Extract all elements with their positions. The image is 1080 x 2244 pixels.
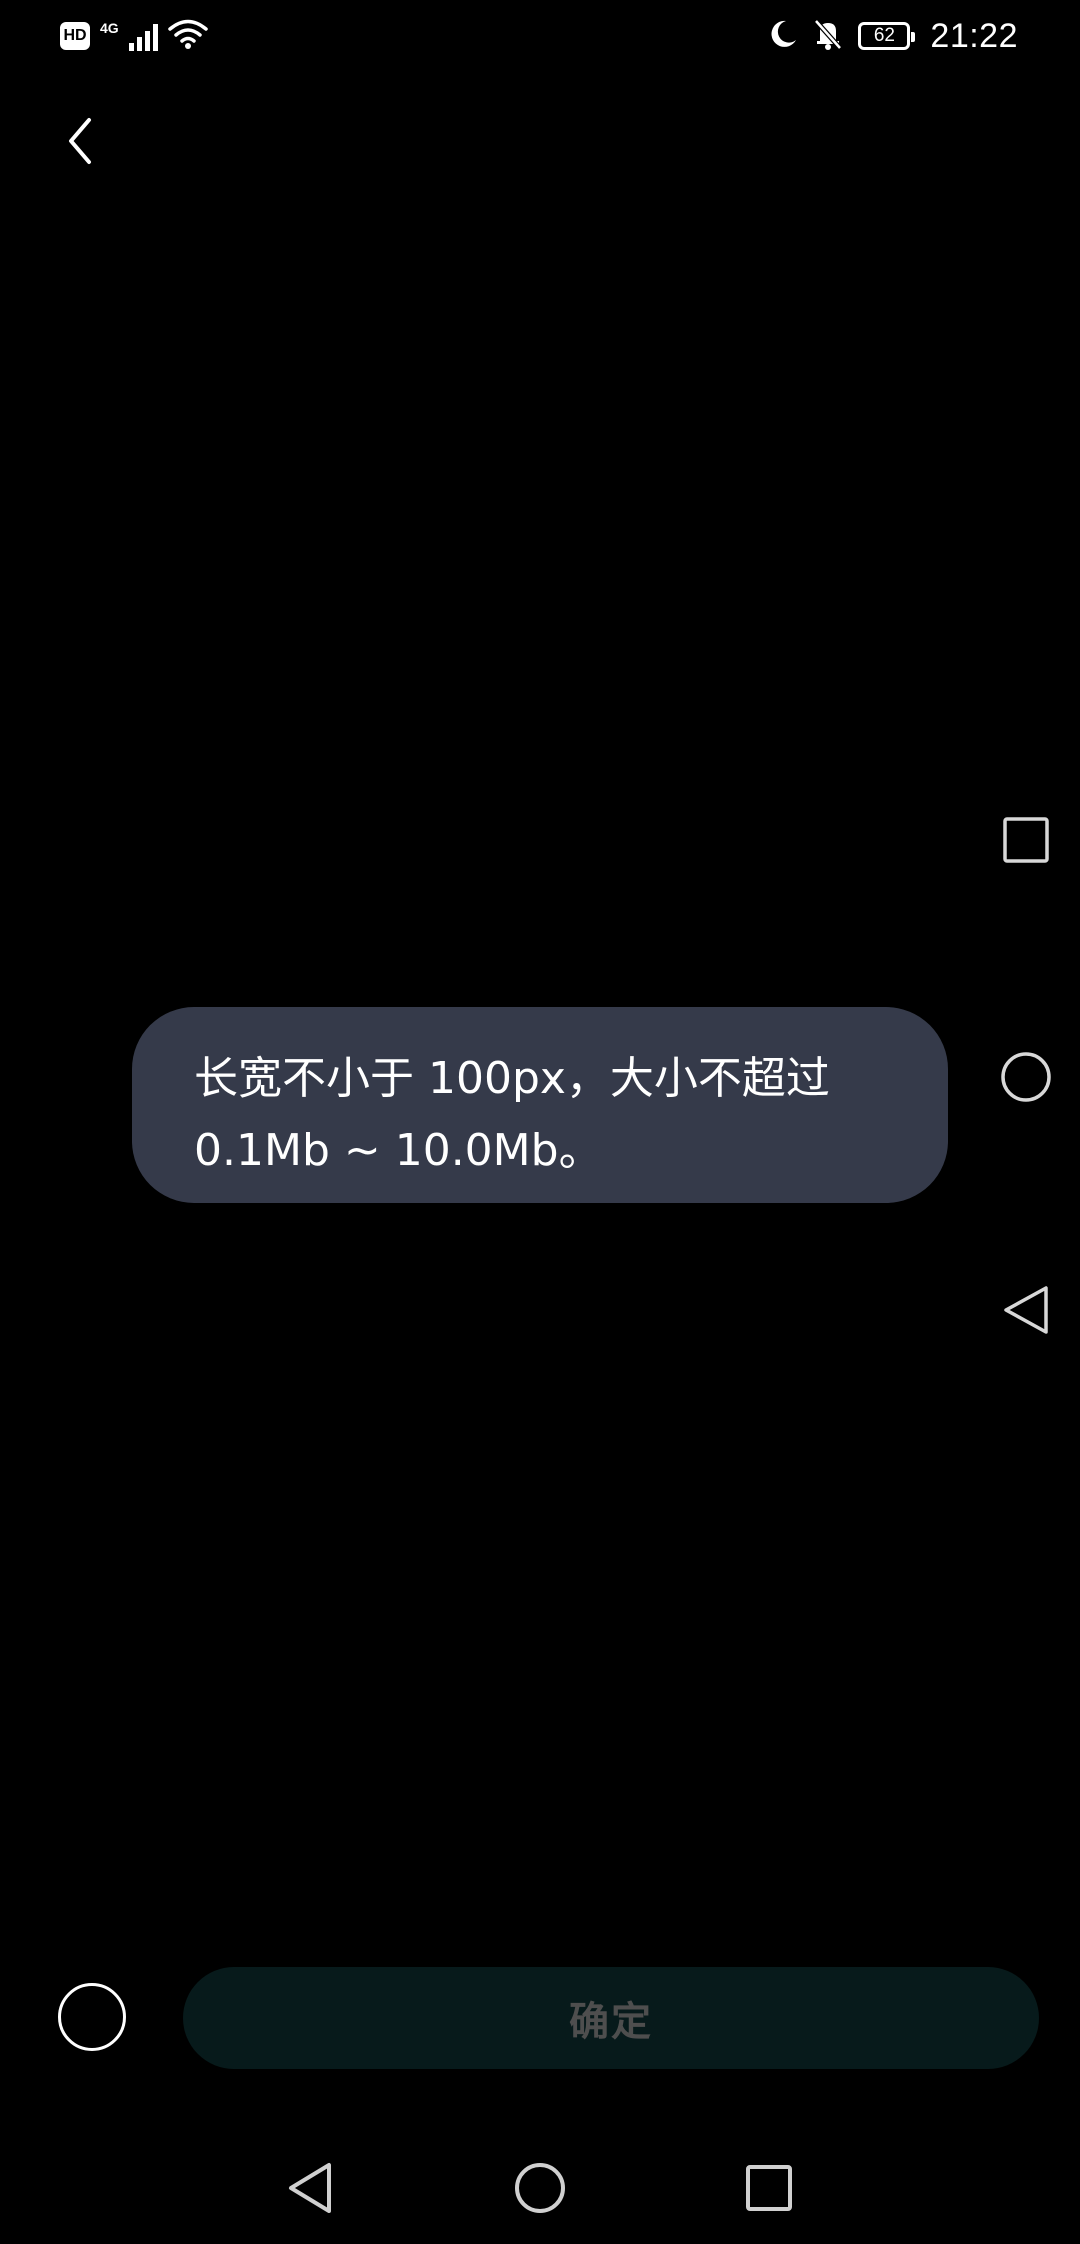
recents-square-icon [744,2163,794,2217]
toast-message: 长宽不小于 100px，大小不超过 0.1Mb ~ 10.0Mb。 [132,1007,948,1203]
side-circle-button[interactable] [996,1049,1056,1109]
back-triangle-icon [285,2161,335,2219]
nav-home-button[interactable] [510,2160,570,2220]
signal-icon [128,21,158,51]
network-type-label: 4G [100,20,119,36]
wifi-icon [167,18,208,54]
status-time: 21:22 [930,16,1018,55]
moon-icon [768,18,798,54]
square-icon [1002,816,1050,868]
triangle-back-icon [1001,1284,1051,1340]
status-right: 62 21:22 [768,14,1018,58]
confirm-button[interactable]: 确定 [183,1967,1039,2069]
home-circle-icon [513,2161,567,2219]
nav-recents-button[interactable] [739,2160,799,2220]
side-square-button[interactable] [996,812,1056,872]
notifications-off-icon [812,17,844,55]
battery-icon: 62 [858,22,916,50]
status-bar: HD 4G 62 21:22 [0,0,1080,72]
status-left: HD 4G [60,18,208,54]
screen: HD 4G 62 21:22 长宽不小于 100px，大小不超过 0.1Mb ~… [0,0,1080,2244]
confirm-button-label: 确定 [569,1999,653,2045]
side-back-button[interactable] [996,1282,1056,1342]
radio-circle-icon[interactable] [58,1983,126,2051]
circle-icon [1000,1051,1052,1107]
hd-icon: HD [60,22,90,50]
back-button[interactable] [50,108,110,178]
toast-text: 长宽不小于 100px，大小不超过 0.1Mb ~ 10.0Mb。 [194,1053,830,1176]
nav-back-button[interactable] [280,2160,340,2220]
chevron-left-icon [63,116,97,170]
